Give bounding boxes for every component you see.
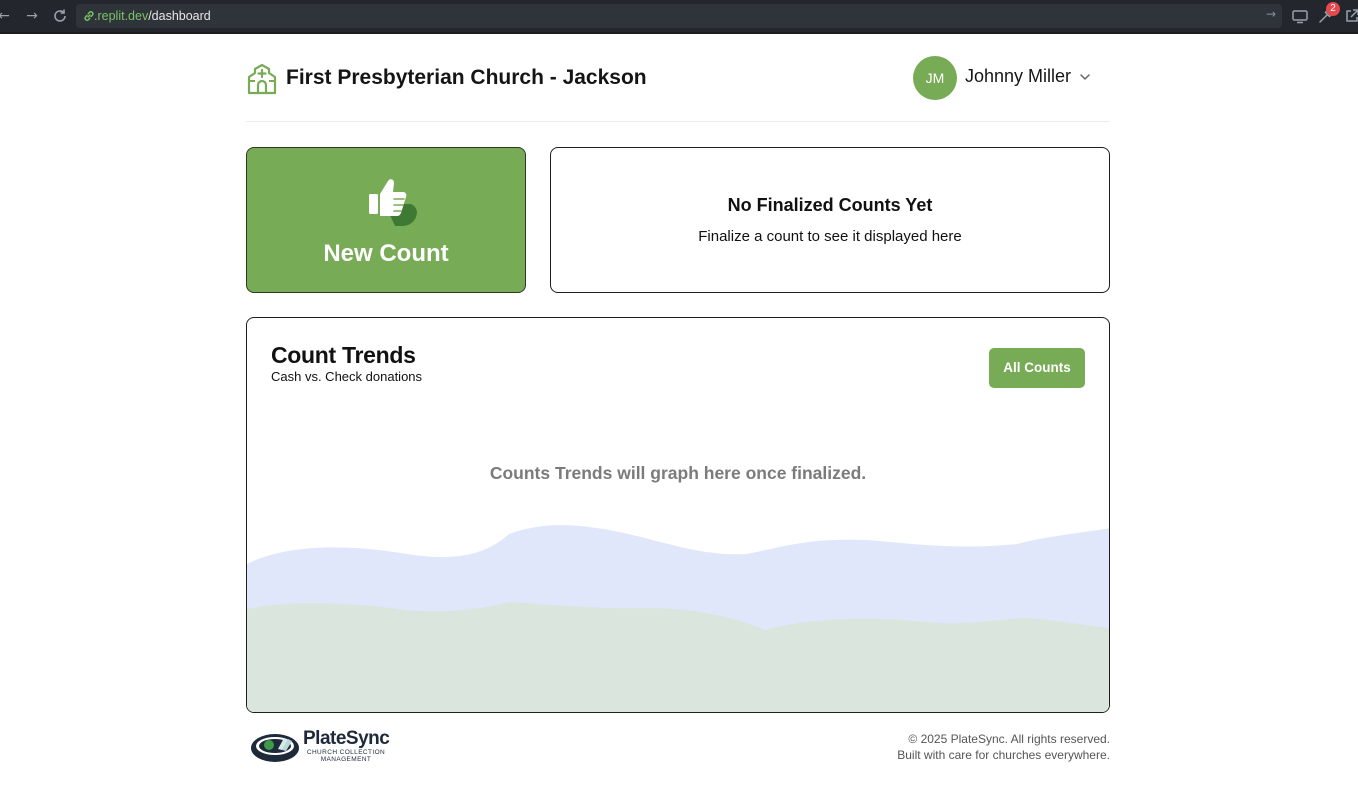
trends-empty-message: Counts Trends will graph here once final…	[489, 463, 867, 483]
back-icon[interactable]: ←	[0, 6, 14, 26]
page-header: First Presbyterian Church - Jackson JM J…	[246, 54, 1110, 122]
new-count-label: New Count	[323, 240, 449, 267]
chevron-down-icon[interactable]	[1079, 72, 1091, 82]
footer-brand: PlateSync	[303, 728, 390, 749]
forward-icon[interactable]: →	[22, 6, 42, 26]
avatar[interactable]: JM	[913, 56, 957, 100]
footer-copyright: © 2025 PlateSync. All rights reserved.	[908, 732, 1110, 746]
screen-icon[interactable]	[1290, 6, 1310, 26]
footer-tagline: Built with care for churches everywhere.	[897, 748, 1110, 762]
placeholder-waves	[247, 525, 1109, 712]
church-icon	[247, 63, 277, 95]
reload-icon[interactable]	[50, 6, 70, 26]
finalized-counts-card: No Finalized Counts Yet Finalize a count…	[550, 147, 1110, 293]
count-trends-card: Count Trends Cash vs. Check donations Al…	[246, 317, 1110, 713]
address-bar[interactable]: .replit.dev/dashboard →	[76, 4, 1282, 28]
url-path: /dashboard	[148, 9, 211, 23]
external-link-icon[interactable]	[1342, 6, 1358, 26]
trends-subtitle: Cash vs. Check donations	[271, 369, 423, 384]
footer-brand-tagline-1: CHURCH COLLECTION	[306, 749, 386, 756]
new-count-button[interactable]: New Count	[246, 147, 526, 293]
browser-toolbar: ← → .replit.dev/dashboard → 2	[0, 0, 1358, 34]
finalized-empty-title: No Finalized Counts Yet	[727, 195, 933, 215]
user-name[interactable]: Johnny Miller	[965, 66, 1071, 87]
all-counts-button[interactable]: All Counts	[989, 348, 1085, 388]
footer-brand-tagline-2: MANAGEMENT	[320, 756, 372, 763]
notification-badge: 2	[1326, 2, 1340, 16]
trends-title: Count Trends	[271, 342, 416, 368]
go-icon[interactable]: →	[1266, 7, 1276, 21]
url-text: .replit.dev/dashboard	[94, 8, 211, 24]
finalized-empty-subtitle: Finalize a count to see it displayed her…	[698, 228, 962, 245]
thumbs-up-icon	[369, 179, 417, 226]
url-domain: .replit.dev	[94, 9, 149, 23]
church-name: First Presbyterian Church - Jackson	[286, 66, 647, 89]
